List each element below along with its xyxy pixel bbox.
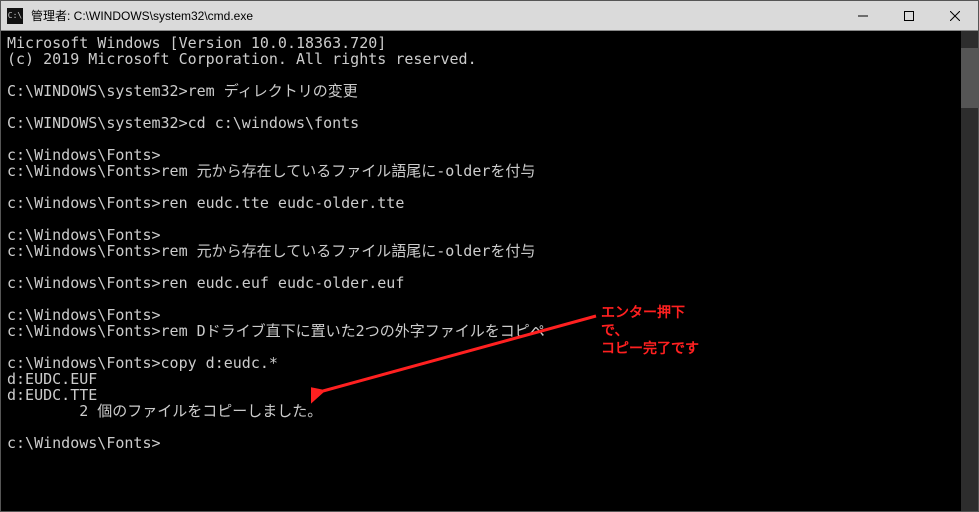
terminal-line [7,179,972,195]
terminal-line: c:\Windows\Fonts> [7,307,972,323]
cmd-icon [7,8,23,24]
maximize-button[interactable] [886,1,932,30]
terminal-line [7,67,972,83]
titlebar: 管理者: C:\WINDOWS\system32\cmd.exe [1,1,978,31]
terminal-line [7,211,972,227]
terminal-line: c:\Windows\Fonts>rem Dドライブ直下に置いた2つの外字ファイ… [7,323,972,339]
terminal-line: d:EUDC.TTE [7,387,972,403]
terminal-line: 2 個のファイルをコピーしました。 [7,403,972,419]
terminal-line: c:\Windows\Fonts>copy d:eudc.* [7,355,972,371]
terminal-line: Microsoft Windows [Version 10.0.18363.72… [7,35,972,51]
terminal-line [7,259,972,275]
terminal-line: c:\Windows\Fonts>ren eudc.euf eudc-older… [7,275,972,291]
annotation-text: エンター押下 で、 コピー完了です [601,303,699,357]
scrollbar-vertical[interactable] [961,31,978,511]
terminal-line: c:\Windows\Fonts>rem 元から存在しているファイル語尾に-ol… [7,243,972,259]
terminal-line: (c) 2019 Microsoft Corporation. All righ… [7,51,972,67]
terminal-line: d:EUDC.EUF [7,371,972,387]
terminal-line: C:\WINDOWS\system32>rem ディレクトリの変更 [7,83,972,99]
terminal-line: c:\Windows\Fonts> [7,147,972,163]
terminal-line: c:\Windows\Fonts>ren eudc.tte eudc-older… [7,195,972,211]
terminal-line [7,99,972,115]
window-controls [840,1,978,30]
terminal-line [7,339,972,355]
terminal-line: c:\Windows\Fonts>rem 元から存在しているファイル語尾に-ol… [7,163,972,179]
close-button[interactable] [932,1,978,30]
minimize-button[interactable] [840,1,886,30]
terminal-line: C:\WINDOWS\system32>cd c:\windows\fonts [7,115,972,131]
terminal-line [7,291,972,307]
terminal-output[interactable]: Microsoft Windows [Version 10.0.18363.72… [1,31,978,511]
terminal-line [7,131,972,147]
scrollbar-thumb[interactable] [961,48,978,108]
terminal-line: c:\Windows\Fonts> [7,435,972,451]
window-title: 管理者: C:\WINDOWS\system32\cmd.exe [29,7,840,24]
terminal-line [7,419,972,435]
terminal-line: c:\Windows\Fonts> [7,227,972,243]
